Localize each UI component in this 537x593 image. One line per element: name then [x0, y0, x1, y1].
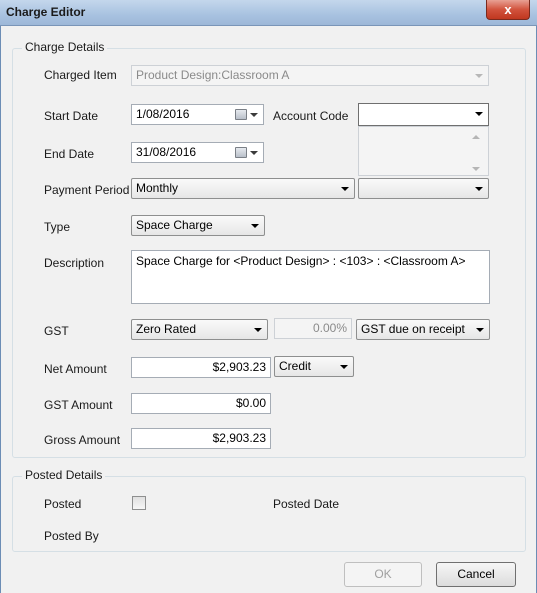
calendar-icon[interactable]	[235, 147, 259, 159]
type-label: Type	[44, 220, 71, 234]
charged-item-select[interactable]: Product Design:Classroom A	[131, 65, 489, 86]
end-date-picker[interactable]: 31/08/2016	[131, 142, 264, 163]
account-code-list[interactable]	[358, 126, 489, 176]
net-amount-type-value: Credit	[279, 359, 312, 373]
gst-label: GST	[44, 324, 69, 338]
chevron-down-icon	[251, 224, 259, 228]
type-select[interactable]: Space Charge	[131, 215, 265, 236]
posted-label: Posted	[44, 497, 82, 511]
start-date-value: 1/08/2016	[136, 107, 190, 121]
gst-select[interactable]: Zero Rated	[131, 319, 268, 340]
gross-amount-field[interactable]: $2,903.23	[131, 428, 271, 449]
chevron-down-icon	[476, 328, 484, 332]
chevron-down-icon	[340, 365, 348, 369]
charged-item-label: Charged Item	[44, 68, 117, 82]
description-label: Description	[44, 256, 105, 270]
posted-date-label: Posted Date	[273, 497, 340, 511]
scroll-up-icon[interactable]	[472, 135, 480, 139]
close-icon: x	[504, 2, 512, 17]
chevron-down-icon	[475, 112, 483, 116]
cancel-button-label: Cancel	[457, 567, 495, 581]
ok-button[interactable]: OK	[344, 562, 422, 587]
gross-amount-label: Gross Amount	[44, 433, 121, 447]
calendar-icon[interactable]	[235, 109, 259, 121]
end-date-label: End Date	[44, 147, 95, 161]
account-code-label: Account Code	[273, 109, 349, 123]
net-amount-value: $2,903.23	[212, 360, 266, 374]
description-textarea[interactable]: Space Charge for <Product Design> : <103…	[131, 250, 490, 304]
chevron-down-icon	[475, 187, 483, 191]
posted-by-label: Posted By	[44, 529, 99, 543]
net-amount-type-select[interactable]: Credit	[274, 356, 354, 377]
gst-mode-select[interactable]: GST due on receipt	[356, 319, 490, 340]
posted-checkbox[interactable]	[132, 496, 146, 510]
end-date-value: 31/08/2016	[136, 145, 197, 159]
gst-percent-value: 0.00%	[312, 321, 347, 335]
cancel-button[interactable]: Cancel	[436, 562, 516, 587]
chevron-down-icon	[475, 74, 483, 78]
scroll-down-icon[interactable]	[472, 167, 480, 171]
charge-details-legend: Charge Details	[22, 40, 108, 54]
chevron-down-icon	[254, 328, 262, 332]
start-date-picker[interactable]: 1/08/2016	[131, 104, 264, 125]
gst-value: Zero Rated	[136, 322, 197, 336]
payment-period-value: Monthly	[136, 181, 179, 195]
start-date-label: Start Date	[44, 109, 99, 123]
payment-period-select[interactable]: Monthly	[131, 178, 355, 199]
gst-percent-field: 0.00%	[274, 318, 352, 339]
chevron-down-icon	[341, 187, 349, 191]
title-bar: Charge Editor x	[0, 0, 537, 26]
type-value: Space Charge	[136, 218, 213, 232]
description-value: Space Charge for <Product Design> : <103…	[136, 254, 466, 268]
gst-mode-value: GST due on receipt	[361, 322, 465, 336]
close-button[interactable]: x	[486, 0, 530, 20]
net-amount-field[interactable]: $2,903.23	[131, 357, 271, 378]
account-code-select[interactable]	[358, 103, 489, 126]
charged-item-value: Product Design:Classroom A	[136, 68, 290, 82]
net-amount-label: Net Amount	[44, 362, 107, 376]
posted-details-legend: Posted Details	[22, 468, 106, 482]
payment-period-secondary-select[interactable]	[358, 178, 489, 199]
window-title: Charge Editor	[6, 5, 86, 19]
gross-amount-value: $2,903.23	[212, 431, 266, 445]
ok-button-label: OK	[374, 567, 392, 581]
gst-amount-label: GST Amount	[44, 398, 113, 412]
gst-amount-value: $0.00	[235, 396, 266, 410]
gst-amount-field[interactable]: $0.00	[131, 393, 271, 414]
payment-period-label: Payment Period	[44, 183, 130, 197]
